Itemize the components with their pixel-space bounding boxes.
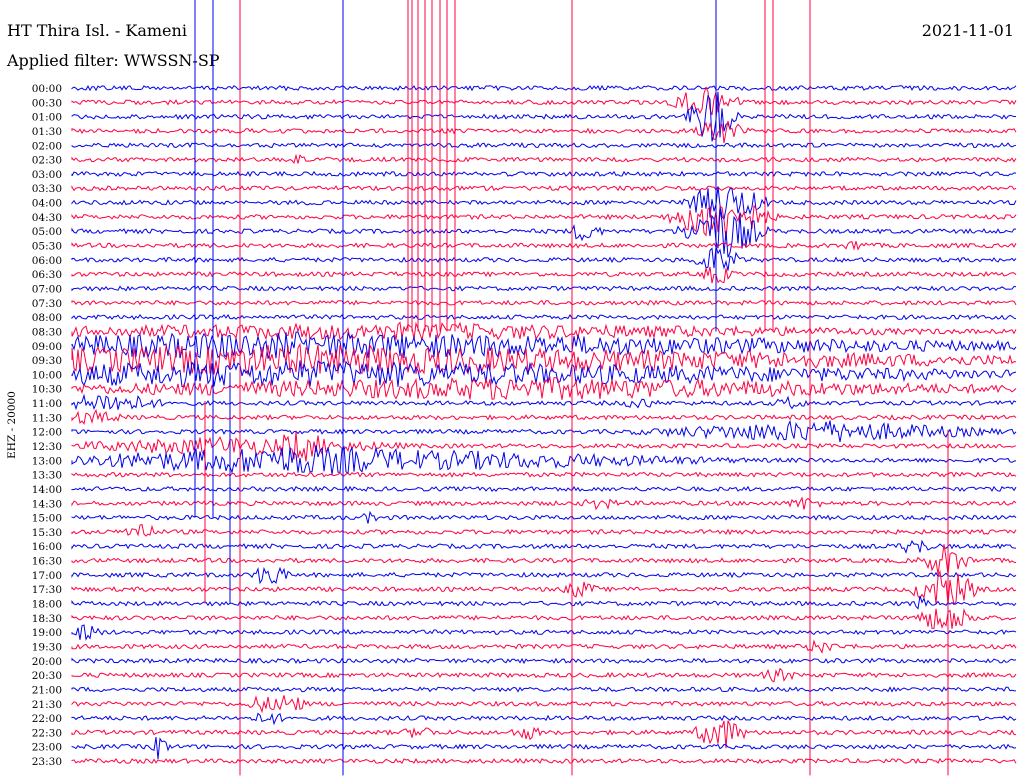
- time-label: 03:30: [32, 183, 62, 195]
- trace-line: [71, 712, 1017, 726]
- trace-line: [71, 209, 1016, 258]
- trace-line: [71, 485, 1017, 493]
- time-label: 02:00: [32, 140, 62, 152]
- time-label: 15:00: [32, 513, 62, 525]
- time-label: 06:30: [32, 269, 62, 281]
- time-label: 16:00: [32, 541, 62, 553]
- time-label: 14:30: [32, 498, 62, 510]
- trace-line: [71, 266, 1017, 284]
- time-label: 16:30: [32, 556, 62, 568]
- time-label: 05:30: [32, 241, 62, 253]
- trace-line: [71, 299, 1017, 307]
- time-label: 14:00: [32, 484, 62, 496]
- helicorder-plot: 00:00 00:30 01:00 01:30 02:00 02:30 03:00 03:30…: [6, 0, 1017, 776]
- time-label: 01:00: [32, 112, 62, 124]
- trace-line: [71, 544, 1017, 575]
- trace-line: [71, 170, 1017, 178]
- trace-line: [71, 569, 1017, 606]
- trace-line: [71, 445, 1017, 475]
- trace-line: [71, 86, 1017, 116]
- trace-line: [71, 313, 1017, 321]
- trace-line: [71, 695, 1017, 714]
- time-label: 17:00: [32, 570, 62, 582]
- time-label: 04:30: [32, 212, 62, 224]
- time-axis-labels: 00:00 00:30 01:00 01:30 02:00 02:30 03:00 03:30…: [32, 83, 62, 768]
- time-label: 23:30: [32, 756, 62, 768]
- time-label: 05:00: [32, 226, 62, 238]
- trace-line: [71, 607, 1017, 630]
- trace-line: [71, 342, 1017, 376]
- time-label: 21:00: [32, 684, 62, 696]
- time-label: 13:30: [32, 470, 62, 482]
- trace-line: [71, 186, 1017, 221]
- trace-line: [71, 120, 1017, 144]
- time-label: 00:30: [32, 97, 62, 109]
- time-label: 07:30: [32, 298, 62, 310]
- time-label: 09:00: [32, 341, 62, 353]
- trace-line: [71, 393, 1017, 411]
- time-label: 06:00: [32, 255, 62, 267]
- time-label: 20:00: [32, 656, 62, 668]
- time-label: 18:00: [32, 599, 62, 611]
- trace-line: [71, 204, 1017, 240]
- time-label: 22:00: [32, 713, 62, 725]
- time-label: 19:00: [32, 627, 62, 639]
- time-label: 12:30: [32, 441, 62, 453]
- time-label: 08:30: [32, 326, 62, 338]
- trace-line: [71, 686, 1017, 693]
- time-label: 11:30: [32, 412, 62, 424]
- trace-line: [71, 510, 1017, 524]
- trace-line: [71, 408, 1017, 426]
- trace-line: [71, 624, 1017, 641]
- trace-line: [71, 737, 1017, 759]
- time-label: 10:30: [32, 384, 62, 396]
- trace-line: [71, 84, 1017, 92]
- trace-line: [71, 91, 1017, 142]
- trace-line: [71, 667, 1017, 683]
- trace-line: [71, 595, 1017, 610]
- time-label: 22:30: [32, 727, 62, 739]
- time-label: 21:30: [32, 699, 62, 711]
- time-label: 08:00: [32, 312, 62, 324]
- trace-line: [71, 539, 1017, 554]
- trace-line: [71, 471, 1017, 478]
- trace-line: [71, 523, 1017, 537]
- trace-line: [71, 496, 1017, 511]
- time-label: 13:00: [32, 455, 62, 467]
- time-label: 23:00: [32, 742, 62, 754]
- time-label: 02:30: [32, 155, 62, 167]
- time-label: 17:30: [32, 584, 62, 596]
- time-label: 10:00: [32, 369, 62, 381]
- time-label: 20:30: [32, 670, 62, 682]
- time-label: 15:30: [32, 527, 62, 539]
- trace-line: [71, 321, 1017, 341]
- time-label: 09:30: [32, 355, 62, 367]
- trace-line: [71, 657, 1017, 665]
- time-label: 00:00: [32, 83, 62, 95]
- trace-line: [71, 566, 1017, 585]
- channel-label: EHZ - 20000: [6, 391, 18, 459]
- trace-line: [71, 757, 1017, 765]
- time-label: 01:30: [32, 126, 62, 138]
- seismogram-traces: [71, 0, 1017, 776]
- time-label: 03:00: [32, 169, 62, 181]
- trace-line: [71, 285, 1017, 292]
- trace-line: [71, 639, 1017, 654]
- time-label: 04:00: [32, 198, 62, 210]
- time-label: 11:00: [32, 398, 62, 410]
- trace-line: [71, 185, 1017, 192]
- trace-line: [71, 142, 1017, 149]
- time-label: 19:30: [32, 641, 62, 653]
- time-label: 07:00: [32, 283, 62, 295]
- trace-line: [71, 419, 1017, 443]
- trace-line: [71, 241, 1017, 251]
- trace-line: [71, 153, 1017, 164]
- trace-line: [71, 246, 1017, 271]
- time-label: 18:30: [32, 613, 62, 625]
- time-label: 12:00: [32, 427, 62, 439]
